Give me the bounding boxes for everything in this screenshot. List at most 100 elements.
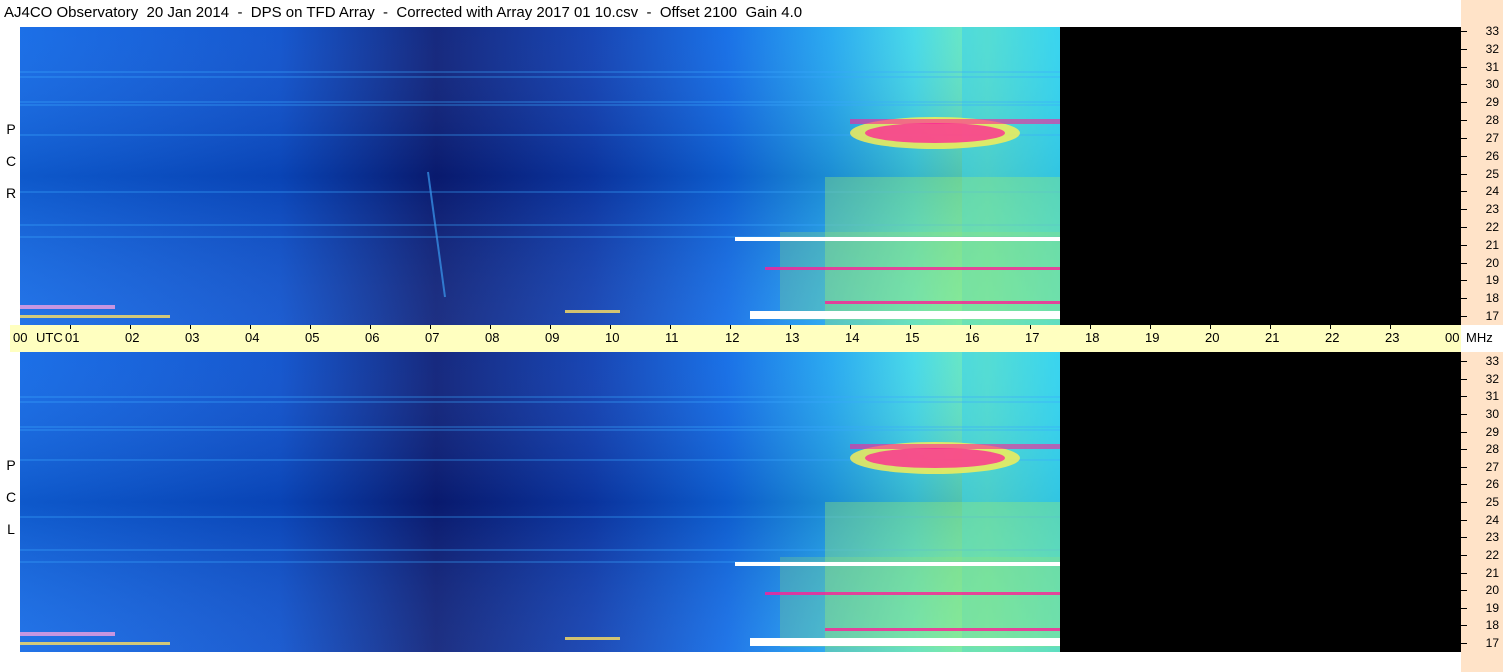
left-band-1	[20, 305, 115, 309]
time-label-20: 20	[1205, 330, 1220, 345]
freq-tick	[1461, 280, 1467, 282]
freq-label-19: 19	[1485, 600, 1499, 615]
freq-unit-label: MHz	[1466, 330, 1493, 345]
rcp-label-3: R	[5, 185, 17, 201]
rcp-spectrogram-svg	[20, 27, 1060, 325]
time-label-17: 17	[1025, 330, 1040, 345]
freq-label-25: 25	[1485, 495, 1499, 509]
lcp-spectrogram-svg	[20, 352, 1060, 652]
time-label-11: 11	[665, 330, 679, 345]
left-band-2	[20, 315, 170, 318]
freq-tick	[1461, 262, 1467, 264]
freq-tick	[1461, 431, 1467, 433]
freq-label-20: 20	[1485, 583, 1499, 598]
freq-label-30: 30	[1485, 77, 1499, 92]
freq-label-18: 18	[1485, 291, 1499, 306]
freq-label-33: 33	[1485, 354, 1499, 368]
freq-label-17: 17	[1485, 309, 1499, 323]
freq-tick	[1461, 519, 1467, 521]
freq-tick	[1461, 449, 1467, 451]
freq-tick	[1461, 66, 1467, 68]
time-tick	[790, 325, 791, 329]
time-label-10: 10	[605, 330, 620, 345]
freq-tick	[1461, 173, 1467, 175]
freq-tick	[1461, 466, 1467, 468]
rcp-label-1: P	[6, 121, 16, 137]
window-title: AJ4CO Observatory 20 Jan 2014 - DPS on T…	[4, 4, 803, 21]
freq-label-26: 26	[1485, 148, 1499, 163]
bright-band-3	[750, 638, 1060, 646]
freq-label-24: 24	[1485, 184, 1499, 199]
time-label-06: 06	[365, 330, 380, 345]
time-tick	[550, 325, 551, 329]
freq-label-26: 26	[1485, 477, 1499, 492]
time-tick	[1030, 325, 1031, 329]
freq-label-24: 24	[1485, 512, 1499, 527]
time-label-03: 03	[185, 330, 200, 345]
time-label-19: 19	[1145, 330, 1160, 345]
freq-tick	[1461, 84, 1467, 86]
freq-label-27: 27	[1485, 130, 1499, 145]
freq-tick	[1461, 244, 1467, 246]
freq-label-33: 33	[1485, 24, 1499, 38]
freq-tick	[1461, 590, 1467, 592]
time-label-18: 18	[1085, 330, 1100, 345]
freq-label-23: 23	[1485, 530, 1499, 545]
freq-tick	[1461, 607, 1467, 609]
time-tick	[310, 325, 311, 329]
time-tick	[70, 325, 71, 329]
storm-magenta	[865, 123, 1005, 143]
freq-label-32: 32	[1485, 41, 1499, 56]
time-tick	[1090, 325, 1091, 329]
time-label-13: 13	[785, 330, 800, 345]
rcp-frequency-scale: 33 32 31 30 29 28 27 26 25 24 23 22 21 20 19 18 17	[1461, 0, 1503, 325]
time-tick	[1210, 325, 1211, 329]
freq-tick	[1461, 484, 1467, 486]
time-label-22: 22	[1325, 330, 1340, 345]
time-label-12: 12	[725, 330, 740, 345]
time-tick	[490, 325, 491, 329]
time-tick	[850, 325, 851, 329]
freq-label-20: 20	[1485, 255, 1499, 270]
time-tick	[670, 325, 671, 329]
bright-band-2	[765, 267, 1060, 270]
lcp-label: P C L	[4, 458, 18, 554]
freq-tick	[1461, 209, 1467, 211]
time-axis-start-label: 00	[13, 330, 28, 345]
freq-tick	[1461, 537, 1467, 539]
time-label-01: 01	[65, 330, 80, 345]
time-label-09: 09	[545, 330, 560, 345]
storm-streak	[850, 444, 1060, 449]
time-tick	[430, 325, 431, 329]
bright-band-1	[735, 237, 1060, 241]
freq-tick	[1461, 48, 1467, 50]
freq-label-30: 30	[1485, 406, 1499, 421]
time-label-16: 16	[965, 330, 980, 345]
freq-label-32: 32	[1485, 371, 1499, 386]
time-tick	[970, 325, 971, 329]
freq-tick	[1461, 396, 1467, 398]
freq-label-28: 28	[1485, 113, 1499, 128]
freq-tick	[1461, 316, 1467, 317]
lcp-label-1: P	[6, 457, 16, 473]
rcp-label: P C R	[4, 122, 18, 218]
freq-label-25: 25	[1485, 166, 1499, 181]
freq-label-23: 23	[1485, 202, 1499, 217]
time-tick	[610, 325, 611, 329]
bright-band-4	[825, 301, 1060, 304]
freq-label-18: 18	[1485, 618, 1499, 633]
freq-tick	[1461, 554, 1467, 556]
freq-label-17: 17	[1485, 636, 1499, 650]
time-label-04: 04	[245, 330, 260, 345]
bright-band-3	[750, 311, 1060, 319]
freq-label-21: 21	[1485, 565, 1499, 580]
freq-label-31: 31	[1485, 389, 1499, 404]
bright-band-1	[735, 562, 1060, 566]
freq-tick	[1461, 31, 1467, 32]
mid-band	[565, 637, 620, 640]
freq-label-31: 31	[1485, 59, 1499, 74]
freq-label-21: 21	[1485, 237, 1499, 252]
activity-region-green-2	[780, 232, 1060, 320]
left-band-1	[20, 632, 115, 636]
freq-tick	[1461, 413, 1467, 415]
